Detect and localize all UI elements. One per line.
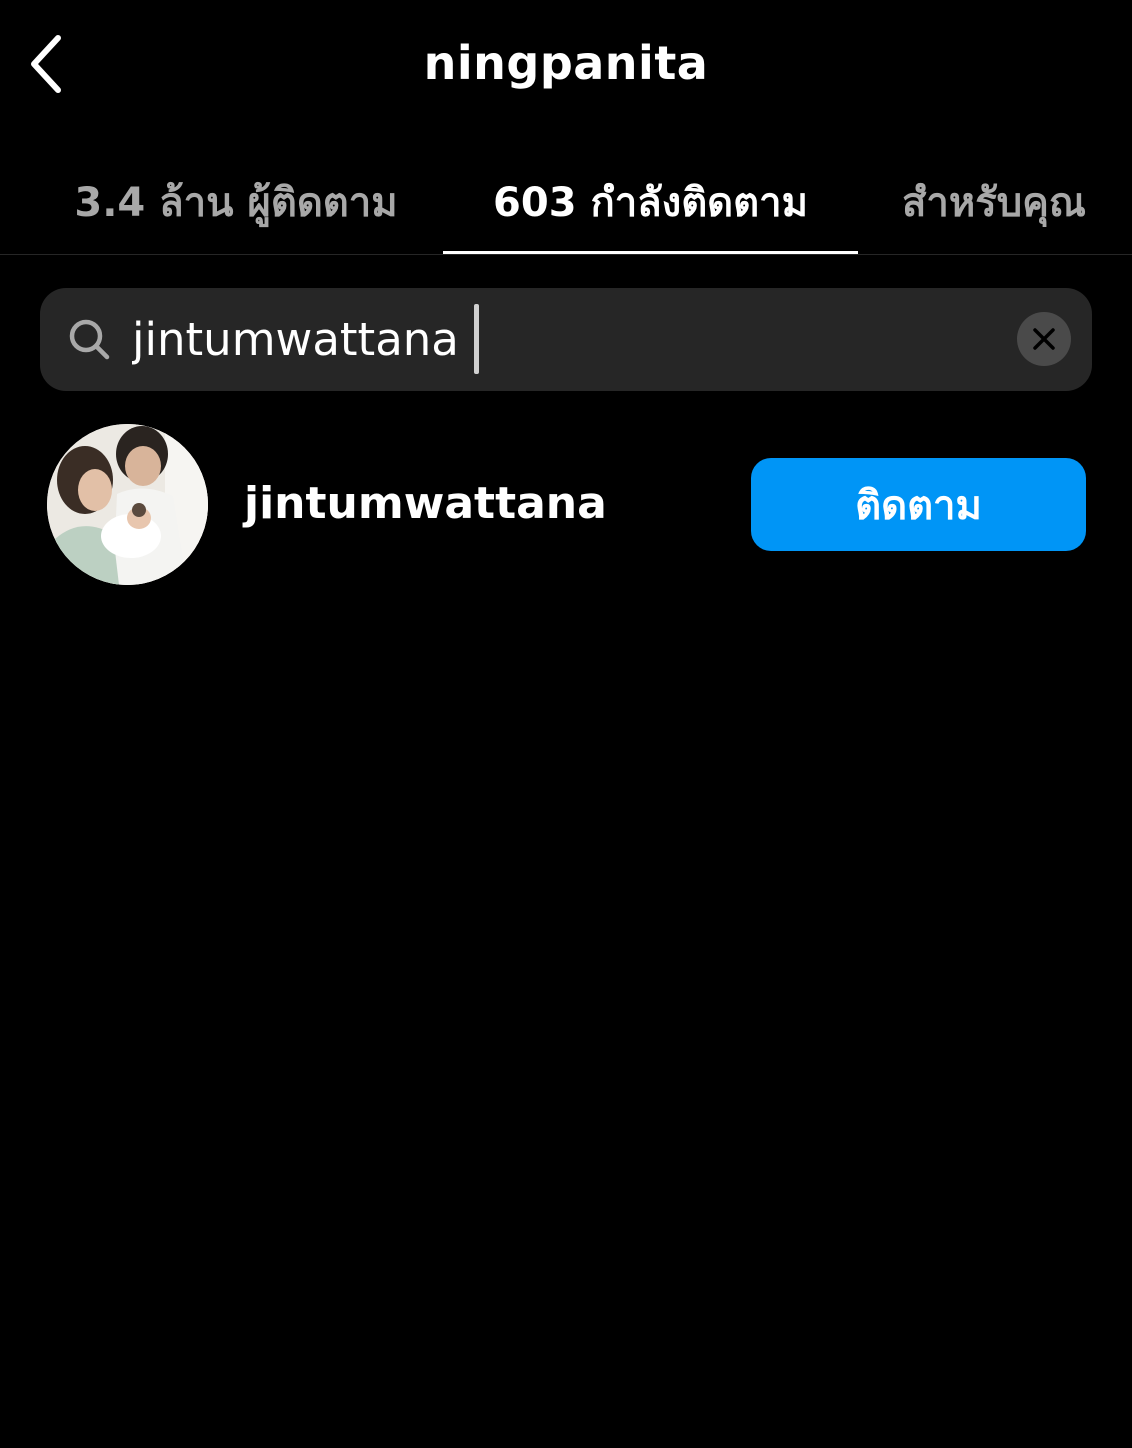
clear-icon — [1033, 328, 1055, 350]
avatar[interactable] — [47, 424, 208, 585]
top-bar: ningpanita — [0, 0, 1132, 130]
username: jintumwattana — [244, 478, 607, 529]
avatar-photo — [47, 424, 208, 585]
follow-button[interactable]: ติดตาม — [751, 458, 1086, 551]
search-icon — [69, 319, 110, 360]
page-title: ningpanita — [423, 36, 709, 90]
list-item[interactable]: jintumwattana ติดตาม — [0, 420, 1132, 590]
search-input[interactable] — [132, 298, 992, 382]
text-cursor — [474, 304, 479, 374]
follow-button-label: ติดตาม — [855, 482, 982, 529]
clear-search-button[interactable] — [1017, 312, 1071, 366]
tab-bar: 3.4 ล้าน ผู้ติดตาม 603 กำลังติดตาม สำหรั… — [0, 150, 1132, 255]
tab-for-you[interactable]: สำหรับคุณ — [872, 150, 1116, 254]
tab-followers-label: 3.4 ล้าน ผู้ติดตาม — [74, 180, 398, 226]
active-tab-indicator — [443, 251, 858, 254]
tab-followers[interactable]: 3.4 ล้าน ผู้ติดตาม — [40, 150, 432, 254]
tab-following-label: 603 กำลังติดตาม — [493, 180, 808, 226]
tab-for-you-label: สำหรับคุณ — [902, 180, 1086, 226]
tab-following[interactable]: 603 กำลังติดตาม — [443, 150, 858, 254]
